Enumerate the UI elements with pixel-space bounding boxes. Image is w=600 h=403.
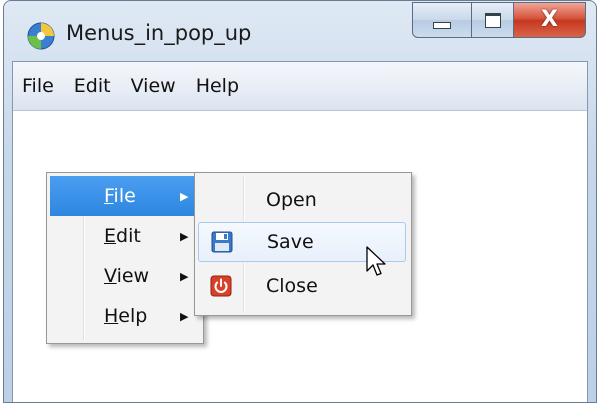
mouse-cursor-icon (366, 246, 386, 276)
menubar-file[interactable]: File (13, 75, 65, 97)
maximize-button[interactable] (472, 2, 514, 38)
minimize-button[interactable] (412, 2, 472, 38)
submenu-arrow-icon: ▶ (180, 189, 189, 203)
maximize-icon (484, 12, 501, 28)
submenu-item-label: Save (267, 231, 314, 253)
power-icon (210, 275, 232, 297)
app-icon (27, 22, 55, 50)
submenu-item-label: Close (266, 275, 318, 297)
submenu-arrow-icon: ▶ (180, 229, 189, 243)
popup-item-label: Help (104, 305, 148, 327)
menubar-help[interactable]: Help (187, 75, 250, 97)
file-submenu: Open Save Close (194, 172, 412, 316)
minimize-icon (433, 21, 451, 29)
floppy-disk-icon (211, 231, 233, 253)
window-controls: X (412, 2, 586, 38)
close-button[interactable]: X (514, 2, 586, 38)
popup-item-label: File (104, 185, 136, 207)
popup-item-file[interactable]: File ▶ (50, 176, 198, 216)
popup-item-label: View (104, 265, 150, 287)
title-bar[interactable]: Menus_in_pop_up X (4, 1, 596, 61)
submenu-item-label: Open (266, 189, 317, 211)
menubar-edit[interactable]: Edit (65, 75, 122, 97)
submenu-arrow-icon: ▶ (180, 269, 189, 283)
window-title: Menus_in_pop_up (66, 21, 252, 45)
popup-menu: File ▶ Edit ▶ View ▶ Help ▶ (46, 172, 204, 344)
submenu-arrow-icon: ▶ (180, 309, 189, 323)
close-icon: X (541, 7, 558, 32)
popup-item-help[interactable]: Help ▶ (50, 296, 198, 336)
popup-item-view[interactable]: View ▶ (50, 256, 198, 296)
submenu-item-open[interactable]: Open (198, 180, 406, 220)
menubar-view[interactable]: View (122, 75, 187, 97)
popup-item-edit[interactable]: Edit ▶ (50, 216, 198, 256)
popup-item-label: Edit (104, 225, 141, 247)
menu-bar: File Edit View Help (13, 62, 587, 111)
